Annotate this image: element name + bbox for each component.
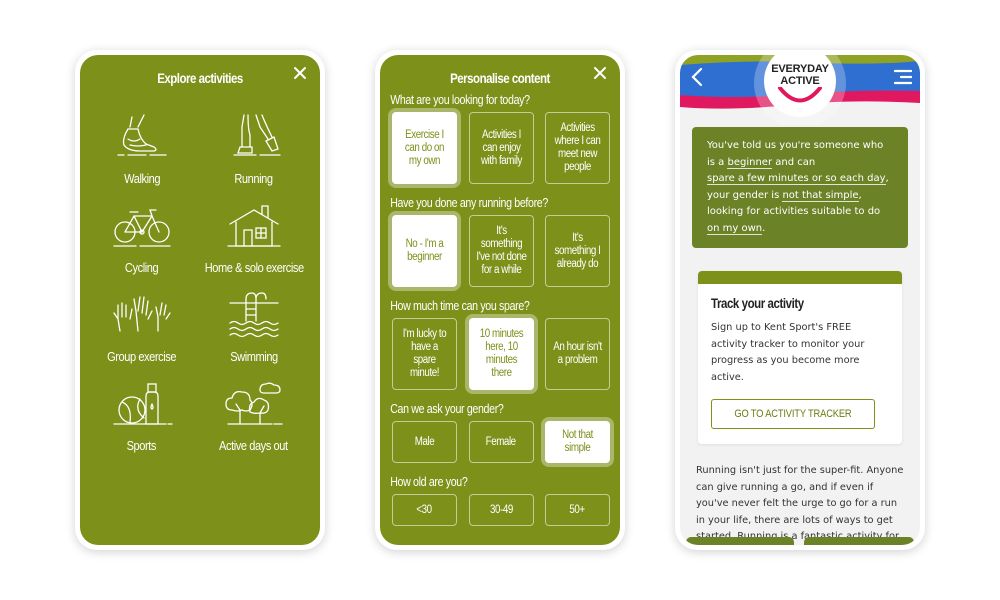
trees-icon: [225, 382, 283, 425]
article-body-text: Running isn't just for the super-fit. An…: [696, 465, 904, 542]
header: EVERYDAY ACTIVE: [680, 55, 920, 125]
page-body: You've told us you're someone who is a b…: [680, 127, 920, 545]
summary-link-gender[interactable]: not that simple: [782, 189, 859, 202]
activity-group-exercise[interactable]: Group exercise: [88, 291, 196, 380]
question-looking-for: What are you looking for today?: [390, 93, 530, 107]
activity-running[interactable]: Running: [196, 113, 312, 202]
button-label: GO TO ACTIVITY TRACKER: [734, 408, 852, 420]
option-not-for-a-while[interactable]: It's something I've not done for a while: [468, 215, 534, 287]
activity-cycling[interactable]: Cycling: [88, 202, 196, 291]
activity-label: Active days out: [219, 438, 289, 453]
question-running-before: Have you done any running before?: [390, 196, 548, 210]
bottom-button-right[interactable]: [804, 537, 914, 545]
summary-link-own[interactable]: on my own: [707, 222, 763, 235]
options-age: <30 30-49 50+: [380, 494, 620, 526]
card-text: Sign up to Kent Sport's FREE activity tr…: [711, 322, 865, 383]
track-activity-card: Track your activity Sign up to Kent Spor…: [698, 271, 902, 444]
explore-title: Explore activities: [157, 70, 243, 86]
go-to-activity-tracker-button[interactable]: GO TO ACTIVITY TRACKER: [711, 399, 875, 429]
everyday-active-logo[interactable]: EVERYDAY ACTIVE: [680, 63, 920, 103]
question-time-spare: How much time can you spare?: [390, 299, 530, 313]
activity-active-days-out[interactable]: Active days out: [196, 380, 312, 469]
option-label: No - I'm a beginner: [405, 238, 444, 263]
options-time-spare: I'm lucky to have a spare minute! 10 min…: [380, 318, 620, 390]
ball-bottle-icon: [113, 383, 173, 425]
option-30-49[interactable]: 30-49: [468, 494, 534, 526]
logo-smile-arc: [778, 87, 822, 103]
logo-line-2: ACTIVE: [780, 75, 820, 87]
option-label: Not that simple: [562, 429, 593, 454]
activity-grid: Walking Running Cycling Home & solo exer…: [80, 95, 320, 469]
phone-explore-activities: Explore activities Walking Running Cycli…: [75, 50, 325, 550]
running-legs-icon: [233, 114, 281, 156]
card-title: Track your activity: [711, 296, 804, 311]
activity-swimming[interactable]: Swimming: [196, 291, 312, 380]
option-label: It's something I've not done for a while: [475, 225, 527, 276]
option-already-do[interactable]: It's something I already do: [545, 215, 610, 287]
option-meet-people[interactable]: Activities where I can meet new people: [545, 112, 610, 184]
option-an-hour[interactable]: An hour isn't a problem: [545, 318, 610, 390]
swimming-pool-icon: [229, 292, 279, 338]
option-label: Female: [485, 435, 517, 448]
option-label: Activities where I can meet new people: [554, 122, 601, 173]
phone-everyday-active: EVERYDAY ACTIVE You've told us you're so…: [675, 50, 925, 550]
activity-label: Walking: [123, 171, 160, 186]
activity-label: Home & solo exercise: [204, 260, 304, 275]
option-label: Male: [414, 435, 435, 448]
option-female[interactable]: Female: [468, 421, 534, 463]
everyday-active-page: EVERYDAY ACTIVE You've told us you're so…: [680, 55, 920, 545]
logo-line-1: EVERYDAY: [771, 63, 829, 75]
option-50-plus[interactable]: 50+: [545, 494, 610, 526]
raised-hands-icon: [113, 296, 171, 332]
activity-home-solo[interactable]: Home & solo exercise: [196, 202, 312, 291]
option-under-30[interactable]: <30: [392, 494, 457, 526]
question-age: How old are you?: [390, 475, 468, 489]
option-family[interactable]: Activities I can enjoy with family: [468, 112, 534, 184]
activity-label: Running: [234, 171, 274, 186]
option-label: I'm lucky to have a spare minute!: [402, 328, 447, 379]
house-icon: [227, 205, 281, 247]
summary-text: and can: [772, 156, 816, 168]
summary-link-time[interactable]: spare a few minutes or so each day: [707, 173, 886, 185]
option-label: 10 minutes here, 10 minutes there: [479, 328, 523, 379]
option-label: 50+: [569, 503, 586, 516]
options-gender: Male Female Not that simple: [380, 421, 620, 463]
option-spare-minute[interactable]: I'm lucky to have a spare minute!: [392, 318, 457, 390]
activity-label: Swimming: [229, 349, 278, 364]
options-looking-for: Exercise I can do on my own Activities I…: [380, 112, 620, 184]
activity-label: Sports: [127, 438, 157, 453]
close-icon[interactable]: [592, 65, 608, 81]
option-label: 30-49: [489, 503, 513, 516]
bottom-action-bar: [680, 535, 920, 545]
bicycle-icon: [113, 209, 171, 247]
bottom-button-left[interactable]: [686, 537, 794, 545]
personalise-modal: Personalise content What are you looking…: [380, 55, 620, 545]
personalise-title: Personalise content: [450, 70, 550, 86]
option-exercise-own[interactable]: Exercise I can do on my own: [392, 112, 457, 184]
option-beginner[interactable]: No - I'm a beginner: [392, 215, 457, 287]
options-running-before: No - I'm a beginner It's something I've …: [380, 215, 620, 287]
card-accent-bar: [698, 271, 902, 284]
activity-label: Group exercise: [107, 349, 177, 364]
option-label: Exercise I can do on my own: [404, 128, 445, 167]
option-label: Activities I can enjoy with family: [480, 128, 522, 167]
summary-link-beginner[interactable]: beginner: [727, 156, 773, 169]
activity-label: Cycling: [125, 260, 159, 275]
activity-walking[interactable]: Walking: [88, 113, 196, 202]
option-male[interactable]: Male: [392, 421, 457, 463]
question-gender: Can we ask your gender?: [390, 402, 504, 416]
option-label: <30: [416, 503, 433, 516]
explore-modal: Explore activities Walking Running Cycli…: [80, 55, 320, 545]
option-label: An hour isn't a problem: [553, 341, 602, 366]
activity-sports[interactable]: Sports: [88, 380, 196, 469]
summary-text: .: [762, 222, 766, 234]
option-not-that-simple[interactable]: Not that simple: [545, 421, 610, 463]
walking-shoe-icon: [117, 114, 167, 156]
close-icon[interactable]: [292, 65, 308, 81]
personalisation-summary: You've told us you're someone who is a b…: [692, 127, 908, 248]
phone-personalise-content: Personalise content What are you looking…: [375, 50, 625, 550]
option-10-minutes[interactable]: 10 minutes here, 10 minutes there: [468, 318, 534, 390]
option-label: It's something I already do: [554, 231, 601, 270]
